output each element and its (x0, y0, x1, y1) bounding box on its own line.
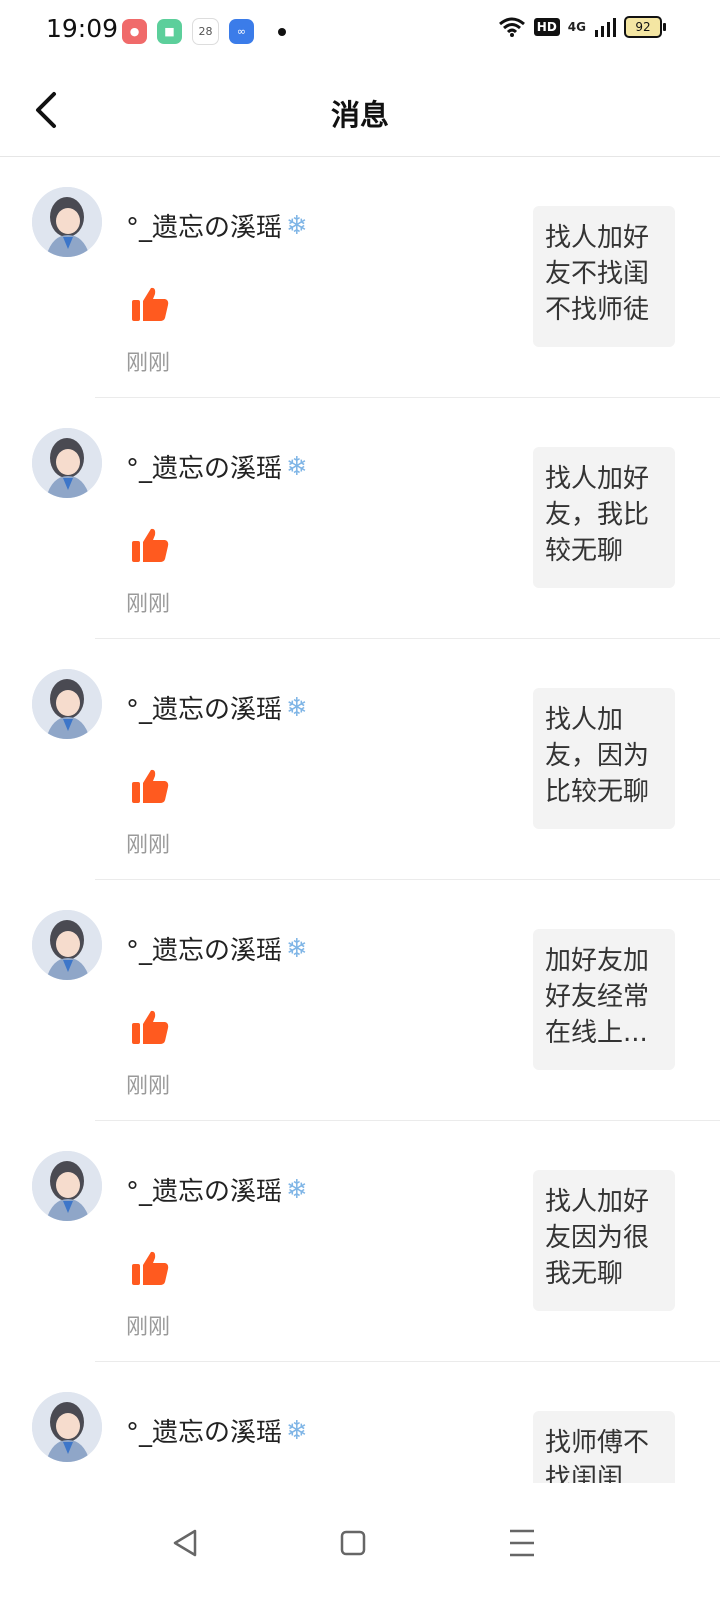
snowflake-icon: ❄ (286, 1174, 308, 1205)
username[interactable]: °_遗忘の溪瑶 ❄ (126, 689, 308, 726)
message-preview[interactable]: 找人加友，因为比较无聊 (533, 688, 675, 829)
thumbs-up-icon (132, 769, 169, 803)
app-notification-icon: ● (122, 19, 147, 44)
status-time: 19:09 (46, 14, 119, 43)
message-item[interactable]: °_遗忘の溪瑶 ❄ 刚刚 加好友加好友经常在线上... (0, 880, 720, 1121)
snowflake-icon: ❄ (286, 933, 308, 964)
status-bar: 19:09 ● ■ 28 ∞ HD 4G 92 (0, 0, 720, 64)
page-title: 消息 (330, 98, 389, 132)
snowflake-icon: ❄ (286, 1415, 308, 1446)
menu-lines-icon (510, 1529, 534, 1557)
avatar-image (32, 1392, 102, 1462)
avatar-image (32, 1151, 102, 1221)
avatar[interactable] (32, 1151, 102, 1221)
snowflake-icon: ❄ (286, 451, 308, 482)
message-time: 刚刚 (126, 1315, 171, 1340)
thumbs-up-icon (132, 287, 169, 321)
snowflake-icon: ❄ (286, 692, 308, 723)
message-time: 刚刚 (126, 592, 171, 617)
triangle-back-icon (173, 1529, 197, 1557)
thumbs-up-icon (132, 1010, 169, 1044)
avatar[interactable] (32, 669, 102, 739)
network-label: 4G (567, 20, 586, 34)
avatar-image (32, 187, 102, 257)
header: 消息 (0, 64, 720, 157)
message-time: 刚刚 (126, 833, 171, 858)
square-home-icon (340, 1530, 366, 1556)
wifi-icon (498, 17, 525, 37)
message-list[interactable]: °_遗忘の溪瑶 ❄ 刚刚 找人加好友不找闺不找师徒 °_遗忘の溪瑶 ❄ 刚刚 找人加… (0, 157, 720, 1483)
message-time: 刚刚 (126, 1074, 171, 1099)
username[interactable]: °_遗忘の溪瑶 ❄ (126, 1171, 308, 1208)
avatar-image (32, 428, 102, 498)
battery-icon: 92 (624, 16, 666, 38)
calendar-icon: 28 (192, 18, 219, 45)
username[interactable]: °_遗忘の溪瑶 ❄ (126, 1412, 308, 1449)
snowflake-icon: ❄ (286, 210, 308, 241)
avatar-image (32, 669, 102, 739)
username[interactable]: °_遗忘の溪瑶 ❄ (126, 448, 308, 485)
avatar[interactable] (32, 910, 102, 980)
message-preview[interactable]: 找人加好友因为很我无聊 (533, 1170, 675, 1311)
more-notifications-dot (278, 27, 286, 36)
nav-back-button[interactable] (165, 1523, 205, 1563)
hd-badge: HD (533, 18, 560, 36)
thumbs-up-icon (132, 528, 169, 562)
navigation-bar (0, 1483, 720, 1600)
message-item[interactable]: °_遗忘の溪瑶❄ 刚刚 找师傅不找闺闺 (0, 1362, 720, 1483)
signal-icon (595, 18, 616, 37)
message-time: 刚刚 (126, 351, 171, 376)
notification-icons: ● ■ 28 ∞ (122, 18, 286, 45)
avatar[interactable] (32, 428, 102, 498)
status-indicators: HD 4G 92 (498, 16, 666, 38)
message-preview[interactable]: 找人加好友不找闺不找师徒 (533, 206, 675, 347)
thumbs-up-icon (132, 1251, 169, 1285)
nav-menu-button[interactable] (502, 1523, 542, 1563)
username[interactable]: °_遗忘の溪瑶 ❄ (126, 930, 308, 967)
avatar[interactable] (32, 187, 102, 257)
nav-home-button[interactable] (333, 1523, 373, 1563)
app-notification-icon: ■ (157, 19, 182, 44)
message-preview[interactable]: 加好友加好友经常在线上... (533, 929, 675, 1070)
app-notification-icon: ∞ (229, 19, 254, 44)
avatar-image (32, 910, 102, 980)
message-item[interactable]: °_遗忘の溪瑶 ❄ 刚刚 找人加友，因为比较无聊 (0, 639, 720, 880)
username[interactable]: °_遗忘の溪瑶 ❄ (126, 207, 308, 244)
avatar[interactable] (32, 1392, 102, 1462)
message-preview[interactable]: 找人加好友，我比较无聊 (533, 447, 675, 588)
message-item[interactable]: °_遗忘の溪瑶 ❄ 刚刚 找人加好友因为很我无聊 (0, 1121, 720, 1362)
message-item[interactable]: °_遗忘の溪瑶 ❄ 刚刚 找人加好友不找闺不找师徒 (0, 157, 720, 398)
message-item[interactable]: °_遗忘の溪瑶 ❄ 刚刚 找人加好友，我比较无聊 (0, 398, 720, 639)
message-preview[interactable]: 找师傅不找闺闺 (533, 1411, 675, 1483)
